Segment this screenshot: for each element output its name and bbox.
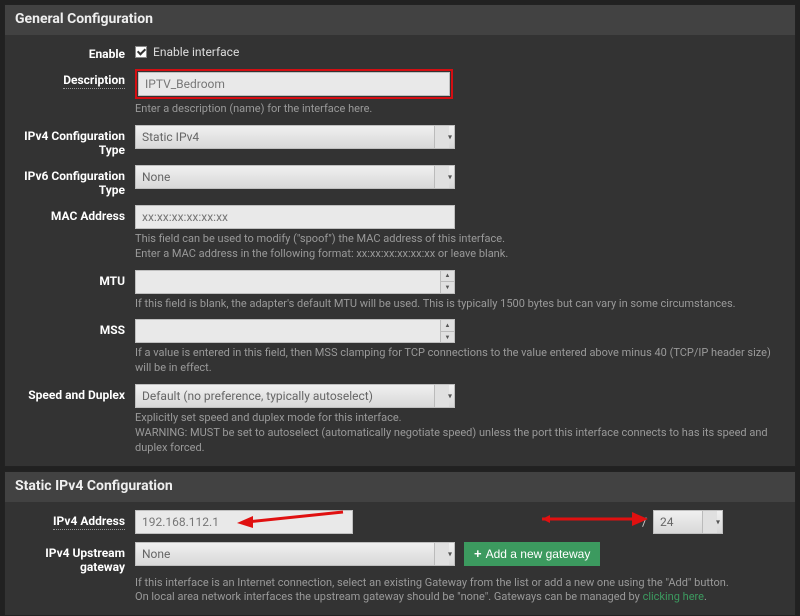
mss-row: MSS ▲▼ If a value is entered in this fie… bbox=[5, 315, 795, 380]
gateway-row: IPv4 Upstream gateway ▾ + Add a new gate… bbox=[5, 538, 795, 616]
static-ipv4-panel: Static IPv4 Configuration IPv4 Address /… bbox=[4, 471, 796, 616]
mtu-label: MTU bbox=[15, 270, 135, 288]
ipv6type-select[interactable] bbox=[135, 165, 455, 189]
description-help: Enter a description (name) for the inter… bbox=[135, 102, 785, 117]
ipv6type-row: IPv6 Configuration Type ▾ bbox=[5, 161, 795, 201]
mtu-row: MTU ▲▼ If this field is blank, the adapt… bbox=[5, 266, 795, 316]
gateway-select-wrap[interactable]: ▾ bbox=[135, 542, 455, 566]
speed-help1: Explicitly set speed and duplex mode for… bbox=[135, 411, 785, 426]
speed-select[interactable] bbox=[135, 384, 455, 408]
add-gateway-button[interactable]: + Add a new gateway bbox=[464, 542, 600, 566]
gateway-help2: On local area network interfaces the ups… bbox=[135, 590, 785, 605]
general-config-title: General Configuration bbox=[5, 5, 795, 35]
mss-label: MSS bbox=[15, 319, 135, 337]
mac-help2: Enter a MAC address in the following for… bbox=[135, 247, 785, 262]
mac-label: MAC Address bbox=[15, 205, 135, 223]
mss-help: If a value is entered in this field, the… bbox=[135, 346, 785, 376]
ipv4type-select[interactable] bbox=[135, 125, 455, 149]
gateway-manage-link[interactable]: clicking here bbox=[643, 590, 704, 603]
speed-label: Speed and Duplex bbox=[15, 384, 135, 402]
gateway-select[interactable] bbox=[135, 542, 455, 566]
mtu-help: If this field is blank, the adapter's de… bbox=[135, 297, 785, 312]
speed-row: Speed and Duplex ▾ Explicitly set speed … bbox=[5, 380, 795, 466]
mac-input[interactable] bbox=[135, 205, 455, 229]
enable-checkbox-label: Enable interface bbox=[153, 45, 239, 59]
mss-input-wrap[interactable]: ▲▼ bbox=[135, 319, 455, 343]
speed-help2: WARNING: MUST be set to autoselect (auto… bbox=[135, 426, 785, 456]
mtu-input[interactable] bbox=[135, 270, 455, 294]
mtu-input-wrap[interactable]: ▲▼ bbox=[135, 270, 455, 294]
ipv4type-select-wrap[interactable]: ▾ bbox=[135, 125, 455, 149]
ipv4-address-row: IPv4 Address / ▾ bbox=[5, 502, 795, 538]
gateway-label: IPv4 Upstream gateway bbox=[15, 542, 135, 574]
gateway-help1: If this interface is an Internet connect… bbox=[135, 576, 785, 591]
mss-input[interactable] bbox=[135, 319, 455, 343]
plus-icon: + bbox=[474, 546, 482, 561]
description-label: Description bbox=[15, 69, 135, 87]
description-row: Description Enter a description (name) f… bbox=[5, 65, 795, 121]
mac-help1: This field can be used to modify ("spoof… bbox=[135, 232, 785, 247]
enable-label: Enable bbox=[15, 43, 135, 61]
description-input[interactable] bbox=[138, 72, 450, 96]
ipv6type-select-wrap[interactable]: ▾ bbox=[135, 165, 455, 189]
ipv4type-label: IPv4 Configuration Type bbox=[15, 125, 135, 157]
ipv4type-row: IPv4 Configuration Type ▾ bbox=[5, 121, 795, 161]
ipv6type-label: IPv6 Configuration Type bbox=[15, 165, 135, 197]
description-highlight bbox=[135, 69, 453, 99]
add-gateway-label: Add a new gateway bbox=[486, 547, 591, 561]
mac-row: MAC Address This field can be used to mo… bbox=[5, 201, 795, 266]
enable-checkbox-wrap[interactable]: Enable interface bbox=[135, 43, 785, 59]
speed-select-wrap[interactable]: ▾ bbox=[135, 384, 455, 408]
general-config-panel: General Configuration Enable Enable inte… bbox=[4, 4, 796, 467]
enable-row: Enable Enable interface bbox=[5, 35, 795, 65]
enable-checkbox[interactable] bbox=[135, 46, 147, 58]
static-ipv4-title: Static IPv4 Configuration bbox=[5, 472, 795, 502]
ipv4-address-label: IPv4 Address bbox=[15, 510, 135, 528]
